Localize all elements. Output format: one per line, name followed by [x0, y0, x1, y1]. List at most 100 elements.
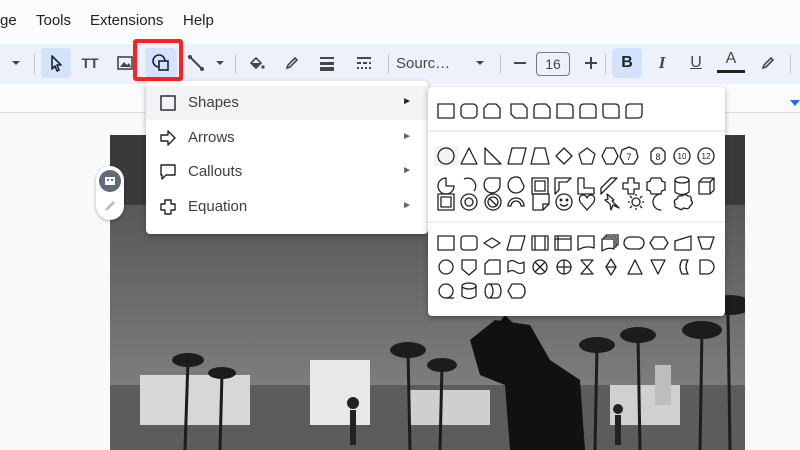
shape-triangle[interactable]: [460, 147, 478, 165]
menu-item-image[interactable]: ge: [0, 12, 17, 29]
menu-item-arrows[interactable]: Arrows ►: [146, 121, 428, 155]
flowchart-or[interactable]: [556, 259, 572, 275]
shape-frame[interactable]: [531, 177, 549, 195]
decrease-font-size-button[interactable]: [508, 48, 532, 78]
border-color-icon[interactable]: [278, 48, 306, 78]
shape-teardrop[interactable]: [483, 177, 501, 194]
flowchart-stored-data[interactable]: [679, 259, 689, 275]
flowchart-off-page-connector[interactable]: [461, 259, 477, 276]
shape-donut[interactable]: [460, 193, 478, 211]
shape-plaque[interactable]: [625, 103, 643, 119]
shape-l-shape[interactable]: [577, 177, 595, 195]
shape-pie[interactable]: [437, 177, 455, 195]
flowchart-connector[interactable]: [438, 259, 454, 275]
shape-hexagon[interactable]: [601, 147, 619, 165]
border-dash-icon[interactable]: [350, 48, 378, 78]
font-family-dropdown[interactable]: Sourc…: [396, 48, 462, 78]
shape-snip-round[interactable]: [533, 103, 551, 119]
shape-diagonal-stripe[interactable]: [600, 177, 618, 195]
menu-item-callouts[interactable]: Callouts ►: [146, 155, 428, 189]
text-box-button[interactable]: TT: [75, 48, 105, 78]
flowchart-merge[interactable]: [650, 259, 666, 275]
shape-snip-single-corner[interactable]: [483, 103, 501, 119]
flowchart-manual-operation[interactable]: [697, 236, 715, 250]
flowchart-preparation[interactable]: [649, 236, 669, 250]
flowchart-delay[interactable]: [699, 259, 715, 275]
menu-item-help[interactable]: Help: [183, 12, 214, 29]
fill-color-icon[interactable]: [242, 48, 270, 78]
flowchart-card[interactable]: [484, 259, 501, 275]
shape-dodecagon[interactable]: 12: [697, 147, 715, 165]
flowchart-sequential-access-storage[interactable]: [438, 283, 454, 299]
increase-font-size-button[interactable]: [579, 48, 603, 78]
shape-rectangle[interactable]: [437, 103, 455, 119]
chevron-down-icon[interactable]: [6, 48, 26, 78]
flowchart-magnetic-disk[interactable]: [461, 282, 477, 300]
shape-half-frame[interactable]: [554, 177, 572, 195]
shape-can[interactable]: [674, 176, 690, 196]
italic-button[interactable]: I: [648, 48, 676, 78]
flowchart-terminator[interactable]: [623, 236, 645, 250]
shape-decagon[interactable]: 10: [673, 147, 691, 165]
shape-plaque-inverted[interactable]: [646, 177, 666, 195]
border-weight-icon[interactable]: [313, 48, 341, 78]
shape-trapezoid[interactable]: [530, 147, 550, 165]
shape-no-symbol[interactable]: [484, 193, 502, 211]
flowchart-document[interactable]: [577, 235, 595, 251]
shape-heptagon[interactable]: 7: [619, 146, 639, 165]
shape-round-single-corner[interactable]: [556, 103, 574, 119]
flowchart-collate[interactable]: [580, 259, 594, 275]
shape-cube[interactable]: [698, 177, 715, 195]
flowchart-internal-storage[interactable]: [554, 235, 572, 251]
line-dropdown-chevron-icon[interactable]: [210, 48, 230, 78]
shape-arc[interactable]: [463, 177, 477, 192]
shape-block-arc[interactable]: [507, 197, 525, 207]
flowchart-multidocument[interactable]: [601, 234, 619, 252]
menu-item-shapes[interactable]: Shapes ►: [146, 86, 428, 120]
assistant-icon[interactable]: [99, 170, 121, 192]
shape-cross[interactable]: [622, 177, 640, 195]
flowchart-summing-junction[interactable]: [532, 259, 548, 275]
menu-item-equation[interactable]: Equation ►: [146, 190, 428, 224]
shape-lightning-bolt[interactable]: [604, 193, 620, 211]
edit-icon[interactable]: [99, 195, 121, 217]
menu-item-extensions[interactable]: Extensions: [90, 12, 163, 29]
shape-octagon[interactable]: 8: [650, 147, 666, 165]
flowchart-alternate-process[interactable]: [460, 235, 478, 251]
shape-bevel-real[interactable]: [437, 193, 455, 211]
menu-item-tools[interactable]: Tools: [36, 12, 71, 29]
flowchart-data[interactable]: [506, 235, 526, 251]
shape-cloud[interactable]: [673, 193, 693, 211]
flowchart-sort[interactable]: [605, 258, 617, 276]
bold-button[interactable]: B: [612, 48, 642, 78]
flowchart-process[interactable]: [437, 235, 455, 251]
shape-smiley-face[interactable]: [555, 193, 573, 211]
shape-folded-corner[interactable]: [532, 193, 550, 211]
shape-diamond[interactable]: [555, 147, 573, 165]
line-icon[interactable]: [184, 48, 208, 78]
shape-rounded-rectangle[interactable]: [460, 103, 478, 119]
shape-heart[interactable]: [578, 194, 596, 211]
select-pointer-button[interactable]: [41, 48, 71, 78]
flowchart-decision[interactable]: [483, 237, 501, 249]
highlight-pen-icon[interactable]: [754, 48, 782, 78]
underline-button[interactable]: U: [682, 48, 710, 78]
shape-round-diagonal[interactable]: [602, 103, 620, 119]
flowchart-punched-tape[interactable]: [507, 259, 525, 275]
shape-parallelogram[interactable]: [507, 147, 527, 165]
font-dropdown-chevron-icon[interactable]: [472, 48, 488, 78]
flowchart-manual-input[interactable]: [674, 235, 692, 251]
shape-right-triangle[interactable]: [484, 147, 502, 165]
shape-pentagon[interactable]: [578, 147, 596, 165]
flowchart-extract[interactable]: [627, 259, 643, 275]
font-size-input[interactable]: 16: [536, 52, 570, 76]
text-color-button[interactable]: A: [717, 48, 745, 73]
shape-snip-diagonal[interactable]: [510, 103, 528, 119]
shape-chord[interactable]: [507, 176, 525, 194]
shape-moon[interactable]: [652, 193, 662, 211]
flowchart-display[interactable]: [507, 283, 526, 299]
shape-sun[interactable]: [628, 194, 644, 210]
shape-round-same-side[interactable]: [579, 103, 597, 119]
flowchart-predefined-process[interactable]: [531, 235, 549, 251]
flowchart-direct-access-storage[interactable]: [484, 283, 502, 299]
